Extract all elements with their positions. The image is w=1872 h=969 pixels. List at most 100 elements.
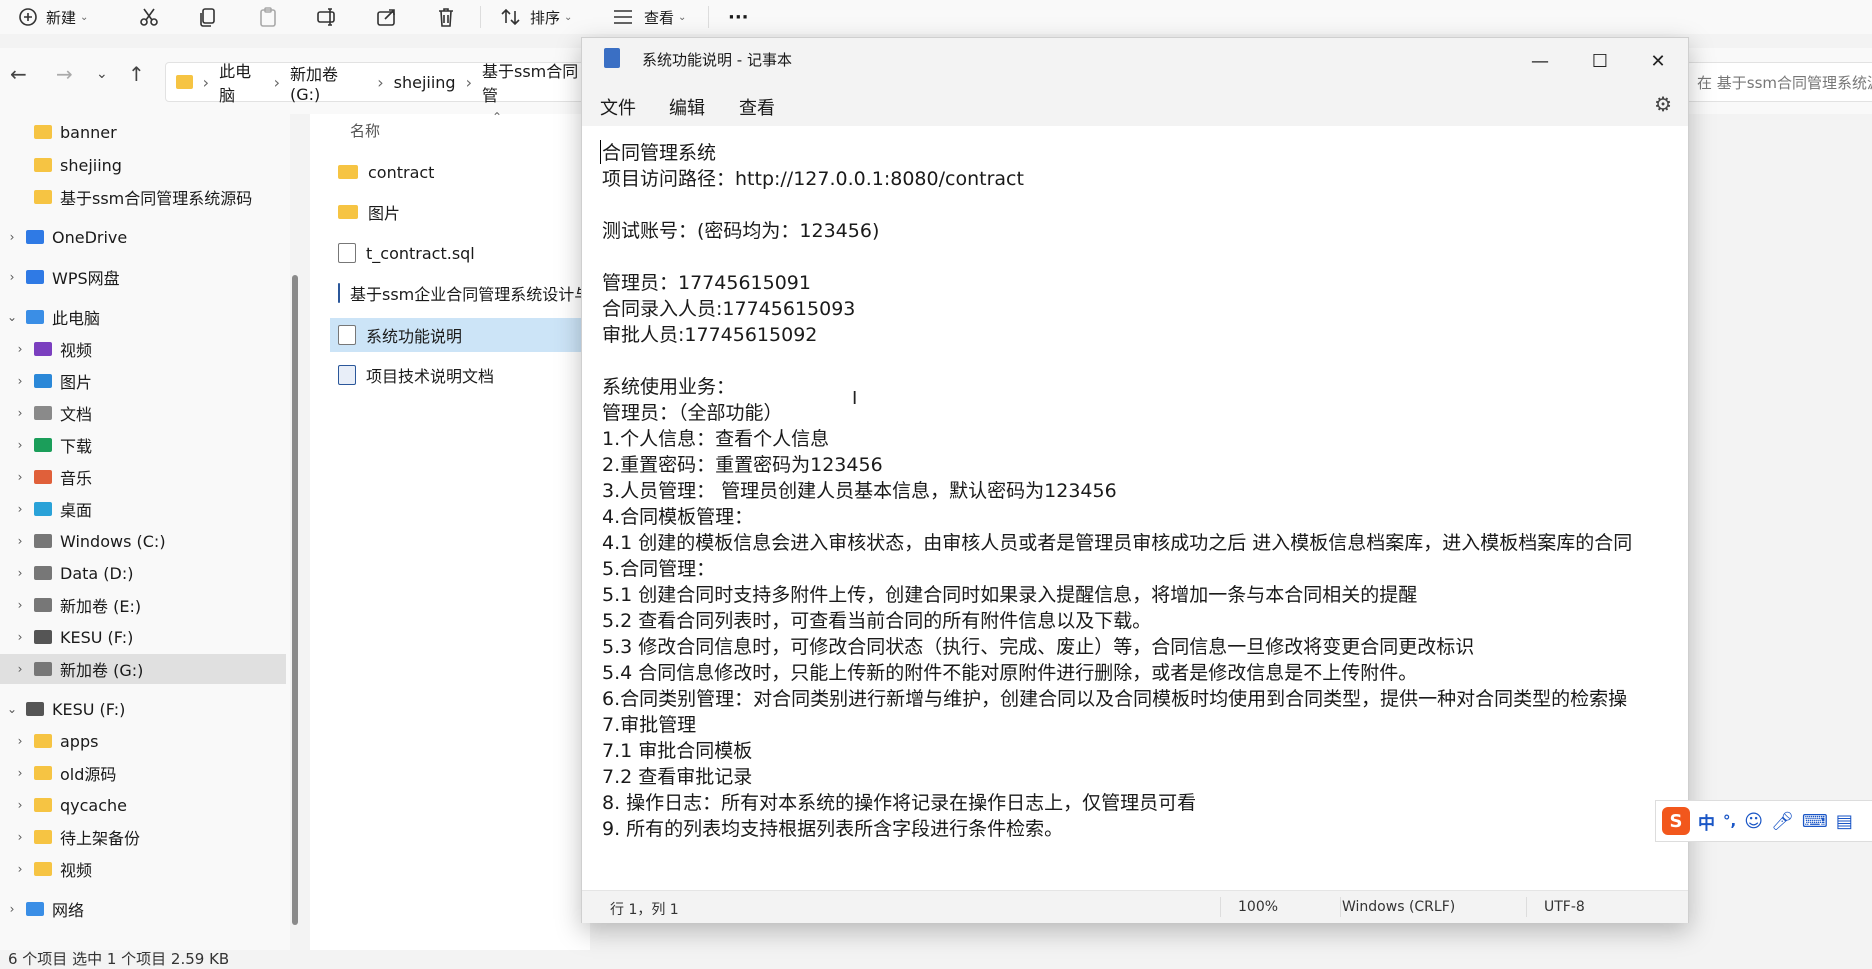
text-line: 5.1 创建合同时支持多附件上传，创建合同时如果录入提醒信息，将增加一条与本合同…	[602, 584, 1418, 606]
column-header-name[interactable]: 名称	[350, 120, 380, 141]
forward-arrow-icon[interactable]: →	[56, 62, 73, 86]
usb-drive-icon	[26, 702, 44, 716]
nav-item[interactable]: › 新加卷 (G:)	[0, 654, 286, 684]
notepad-titlebar[interactable]: 系统功能说明 - 记事本 — ☐ ✕	[582, 38, 1688, 84]
expand-chevron-icon[interactable]: ›	[14, 534, 26, 548]
text-file-icon	[338, 243, 356, 263]
expand-chevron-icon[interactable]: ›	[14, 438, 26, 452]
cloud-icon	[26, 270, 44, 284]
nav-item[interactable]: › 视频	[0, 334, 286, 364]
nav-item-label: 新加卷 (G:)	[60, 661, 144, 680]
file-row[interactable]: 系统功能说明	[330, 318, 590, 352]
emoji-icon[interactable]: ☺	[1744, 811, 1763, 832]
expand-chevron-icon[interactable]: ›	[14, 342, 26, 356]
expand-chevron-icon[interactable]: ›	[14, 470, 26, 484]
minimize-button[interactable]: —	[1510, 44, 1570, 78]
nav-item[interactable]: › 音乐	[0, 462, 286, 492]
nav-item[interactable]: › 文档	[0, 398, 286, 428]
menu-file[interactable]: 文件	[600, 94, 636, 120]
expand-chevron-icon[interactable]: ›	[14, 374, 26, 388]
expand-chevron-icon[interactable]: ⌄	[6, 702, 18, 716]
breadcrumb-chevron-icon: ›	[202, 72, 210, 92]
expand-chevron-icon[interactable]: ›	[14, 598, 26, 612]
file-row[interactable]: 基于ssm企业合同管理系统设计与	[330, 276, 590, 310]
ime-toolbar[interactable]: S 中 °, ☺ 🎤︎ ⌨ ▤	[1655, 800, 1872, 842]
nav-item[interactable]: › Windows (C:)	[0, 526, 286, 556]
expand-chevron-icon[interactable]: ›	[14, 734, 26, 748]
expand-chevron-icon[interactable]: ›	[14, 766, 26, 780]
expand-chevron-icon[interactable]: ›	[14, 830, 26, 844]
breadcrumb-chevron-icon: ›	[273, 72, 280, 92]
nav-scrollbar[interactable]	[292, 275, 298, 925]
nav-item[interactable]: › apps	[0, 726, 286, 756]
breadcrumb-item[interactable]: shejiing	[394, 73, 456, 92]
new-button[interactable]: 新建 ⌄	[18, 4, 88, 30]
settings-gear-icon[interactable]: ⚙	[1654, 92, 1672, 116]
nav-item[interactable]: › Data (D:)	[0, 558, 286, 588]
more-options-button[interactable]: ···	[728, 4, 749, 30]
cut-button[interactable]	[138, 4, 160, 30]
nav-item[interactable]: › OneDrive	[0, 222, 286, 252]
rename-button[interactable]	[316, 4, 338, 30]
expand-chevron-icon[interactable]: ›	[14, 566, 26, 580]
close-button[interactable]: ✕	[1628, 44, 1688, 78]
breadcrumb-item[interactable]: 此电脑	[219, 58, 263, 106]
file-row[interactable]: t_contract.sql	[330, 236, 590, 270]
expand-chevron-icon[interactable]: ›	[14, 406, 26, 420]
microphone-icon[interactable]: 🎤︎	[1771, 811, 1794, 832]
keyboard-icon[interactable]: ⌨	[1802, 811, 1828, 832]
file-row[interactable]: 项目技术说明文档	[330, 358, 590, 392]
nav-item[interactable]: › 下载	[0, 430, 286, 460]
share-button[interactable]	[376, 4, 398, 30]
expand-chevron-icon[interactable]: ›	[6, 270, 18, 284]
back-arrow-icon[interactable]: ←	[10, 62, 27, 86]
nav-item[interactable]: › 待上架备份	[0, 822, 286, 852]
nav-item[interactable]: › 新加卷 (E:)	[0, 590, 286, 620]
sort-button[interactable]: 排序 ⌄	[500, 4, 572, 30]
search-input[interactable]: 在 基于ssm合同管理系统源	[1680, 62, 1872, 102]
address-bar[interactable]: › 此电脑 › 新加卷 (G:) › shejiing › 基于ssm合同管	[165, 61, 597, 105]
nav-item[interactable]: › WPS网盘	[0, 262, 286, 292]
expand-chevron-icon[interactable]: ›	[14, 630, 26, 644]
nav-item[interactable]: › 视频	[0, 854, 286, 884]
expand-chevron-icon[interactable]: ›	[6, 902, 18, 916]
expand-chevron-icon[interactable]: ⌄	[6, 310, 18, 324]
nav-item[interactable]: › qycache	[0, 790, 286, 820]
nav-item-label: WPS网盘	[52, 269, 120, 288]
expand-chevron-icon[interactable]: ›	[14, 662, 26, 676]
nav-item[interactable]: › 图片	[0, 366, 286, 396]
breadcrumb-item[interactable]: 基于ssm合同管	[482, 58, 586, 106]
paste-button[interactable]	[258, 4, 278, 30]
menu-view[interactable]: 查看	[739, 94, 775, 120]
nav-item[interactable]: › old源码	[0, 758, 286, 788]
nav-item[interactable]: › KESU (F:)	[0, 622, 286, 652]
nav-item[interactable]: › 网络	[0, 894, 286, 924]
maximize-button[interactable]: ☐	[1570, 44, 1630, 78]
expand-chevron-icon[interactable]: ›	[14, 862, 26, 876]
delete-button[interactable]	[436, 4, 456, 30]
expand-chevron-icon[interactable]: ›	[6, 230, 18, 244]
file-row[interactable]: 图片	[330, 195, 590, 229]
nav-item[interactable]: shejiing	[0, 150, 286, 180]
text-editor[interactable]: 合同管理系统 项目访问路径：http://127.0.0.1:8080/contr…	[582, 126, 1670, 890]
ime-mode[interactable]: 中	[1698, 809, 1715, 834]
text-line: 4.1 创建的模板信息会进入审核状态，由审核人员或者是管理员审核成功之后 进入模…	[602, 532, 1633, 554]
copy-button[interactable]	[198, 4, 218, 30]
menu-edit[interactable]: 编辑	[669, 94, 705, 120]
recent-locations-icon[interactable]: ⌄	[96, 66, 108, 82]
skin-icon[interactable]: ▤	[1836, 811, 1853, 832]
file-row[interactable]: contract	[330, 155, 590, 189]
text-line: 7.2 查看审批记录	[602, 766, 753, 788]
ime-punctuation[interactable]: °,	[1723, 812, 1736, 830]
nav-item[interactable]: ⌄ KESU (F:)	[0, 694, 286, 724]
nav-item[interactable]: banner	[0, 117, 286, 147]
nav-item[interactable]: 基于ssm合同管理系统源码	[0, 182, 286, 212]
drive-icon	[34, 598, 52, 612]
expand-chevron-icon[interactable]: ›	[14, 502, 26, 516]
nav-item[interactable]: ⌄ 此电脑	[0, 302, 286, 332]
breadcrumb-item[interactable]: 新加卷 (G:)	[290, 61, 367, 104]
expand-chevron-icon[interactable]: ›	[14, 798, 26, 812]
view-button[interactable]: 查看 ⌄	[612, 4, 686, 30]
up-arrow-icon[interactable]: ↑	[128, 62, 145, 86]
nav-item[interactable]: › 桌面	[0, 494, 286, 524]
